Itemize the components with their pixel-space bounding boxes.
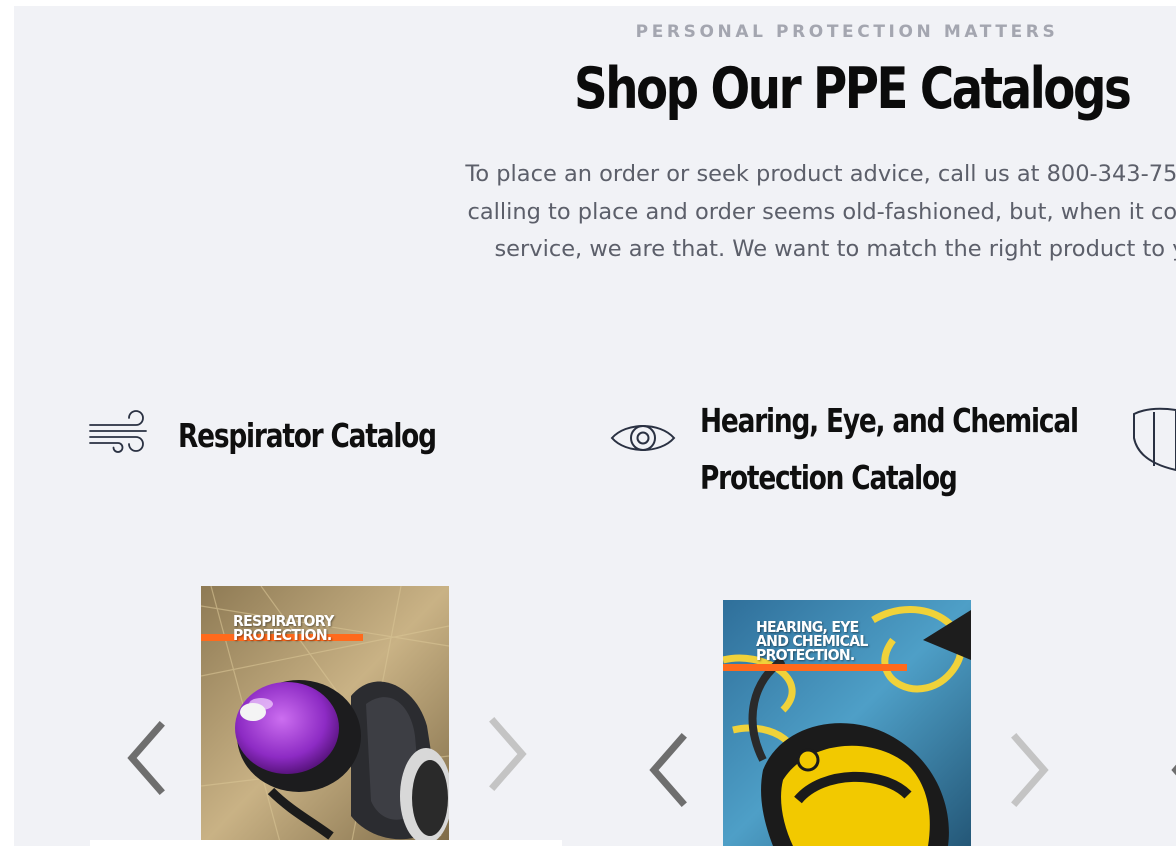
cover-label: HEARING, EYE AND CHEMICAL PROTECTION. xyxy=(756,620,868,664)
intro-line: To place an order or seek product advice… xyxy=(465,161,1176,187)
catalog-title-line[interactable]: Protection Catalog xyxy=(700,449,1078,506)
intro-line: service, we are that. We want to match t… xyxy=(494,236,1176,262)
cover-label: RESPIRATORY PROTECTION. xyxy=(233,614,334,644)
wind-icon xyxy=(89,410,147,453)
cover-label-line: PROTECTION. xyxy=(756,646,855,664)
section-eyebrow: PERSONAL PROTECTION MATTERS xyxy=(635,22,1059,42)
intro-line: calling to place and order seems old-fas… xyxy=(467,198,1176,225)
catalog-title[interactable]: Respirator Catalog xyxy=(178,416,437,455)
catalogs-section: PERSONAL PROTECTION MATTERS Shop Our PPE… xyxy=(14,6,1176,846)
catalog-title-line[interactable]: Hearing, Eye, and Chemical xyxy=(700,392,1079,449)
catalog-title[interactable]: Hearing, Eye, and Chemical Protection Ca… xyxy=(700,392,1079,506)
carousel-prev-button[interactable] xyxy=(642,730,692,810)
cover-accent-bar xyxy=(723,664,907,671)
carousel-next-button[interactable] xyxy=(484,714,534,794)
catalog-cover-image[interactable]: HEARING, EYE AND CHEMICAL PROTECTION. xyxy=(723,600,971,846)
intro-paragraph: To place an order or seek product advice… xyxy=(374,156,1176,269)
catalog-title-line[interactable]: Respirator Catalog xyxy=(178,416,437,455)
shield-icon xyxy=(1133,407,1176,472)
card-bottom-strip xyxy=(90,840,562,846)
catalog-cover-image[interactable]: RESPIRATORY PROTECTION. xyxy=(201,586,449,846)
cover-label-line: PROTECTION. xyxy=(233,626,332,644)
page-title: Shop Our PPE Catalogs xyxy=(574,56,1132,122)
carousel-next-button[interactable] xyxy=(1006,730,1056,810)
carousel-prev-button[interactable] xyxy=(120,718,170,798)
carousel-prev-button[interactable] xyxy=(1164,730,1176,810)
eye-icon xyxy=(610,425,676,451)
